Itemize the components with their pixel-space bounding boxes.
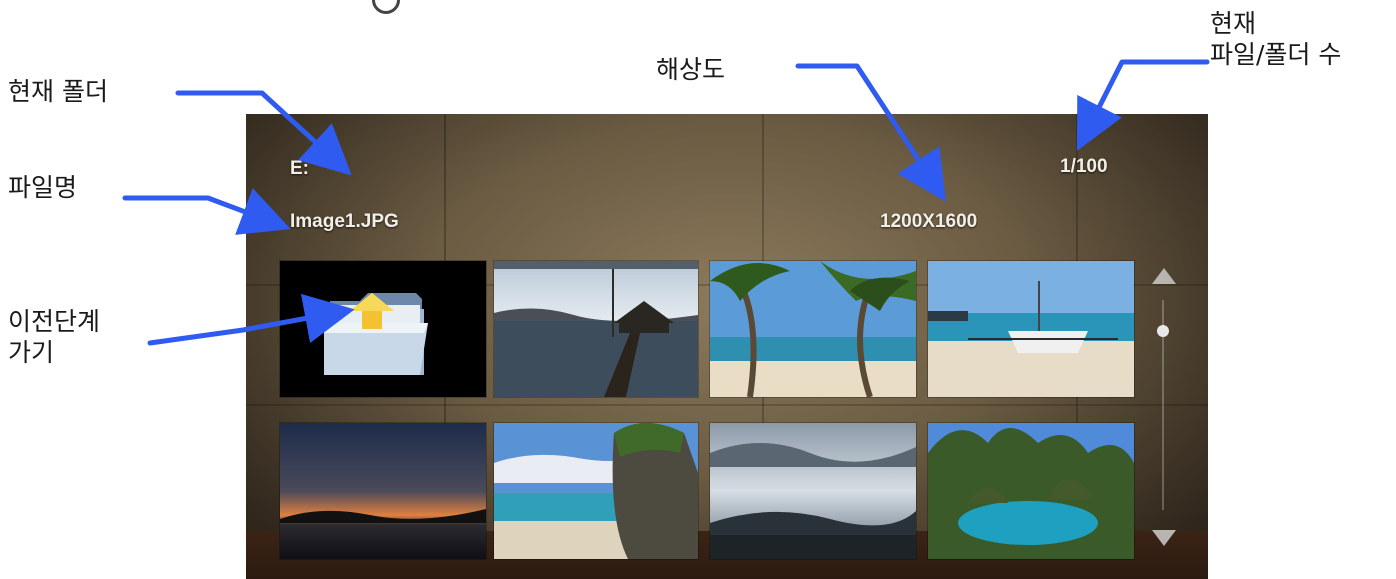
pier-photo <box>494 261 698 397</box>
cliff-beach-thumbnail[interactable] <box>494 423 698 559</box>
lagoon-photo <box>928 423 1134 559</box>
parent-folder-thumbnail[interactable] <box>280 261 486 397</box>
callout-current-count: 현재 파일/폴더 수 <box>1210 9 1342 69</box>
file-count-text: 1/100 <box>1060 156 1108 177</box>
callout-resolution: 해상도 <box>656 55 726 84</box>
folder-up-icon <box>324 293 428 375</box>
boat-beach-photo <box>928 261 1134 397</box>
sunset-thumbnail[interactable] <box>280 423 486 559</box>
file-name-text: Image1.JPG <box>290 211 399 232</box>
callout-go-up: 이전단계 가기 <box>8 307 101 367</box>
callout-file-name: 파일명 <box>8 173 78 202</box>
circle-icon <box>372 0 400 14</box>
scroll-up-arrow-icon[interactable] <box>1152 268 1176 284</box>
scroll-thumb[interactable] <box>1157 325 1169 337</box>
cliff-beach-photo <box>494 423 698 559</box>
cloudy-bay-thumbnail[interactable] <box>710 423 916 559</box>
callout-current-folder: 현재 폴더 <box>8 77 108 106</box>
palm-beach-photo <box>710 261 916 397</box>
cloudy-bay-photo <box>710 423 916 559</box>
sunset-photo <box>280 423 486 559</box>
boat-beach-thumbnail[interactable] <box>928 261 1134 397</box>
lagoon-thumbnail[interactable] <box>928 423 1134 559</box>
current-folder-text: E: <box>290 158 309 179</box>
palm-beach-thumbnail[interactable] <box>710 261 916 397</box>
resolution-text: 1200X1600 <box>880 211 978 232</box>
pier-thumbnail[interactable] <box>494 261 698 397</box>
scroll-down-arrow-icon[interactable] <box>1152 530 1176 546</box>
